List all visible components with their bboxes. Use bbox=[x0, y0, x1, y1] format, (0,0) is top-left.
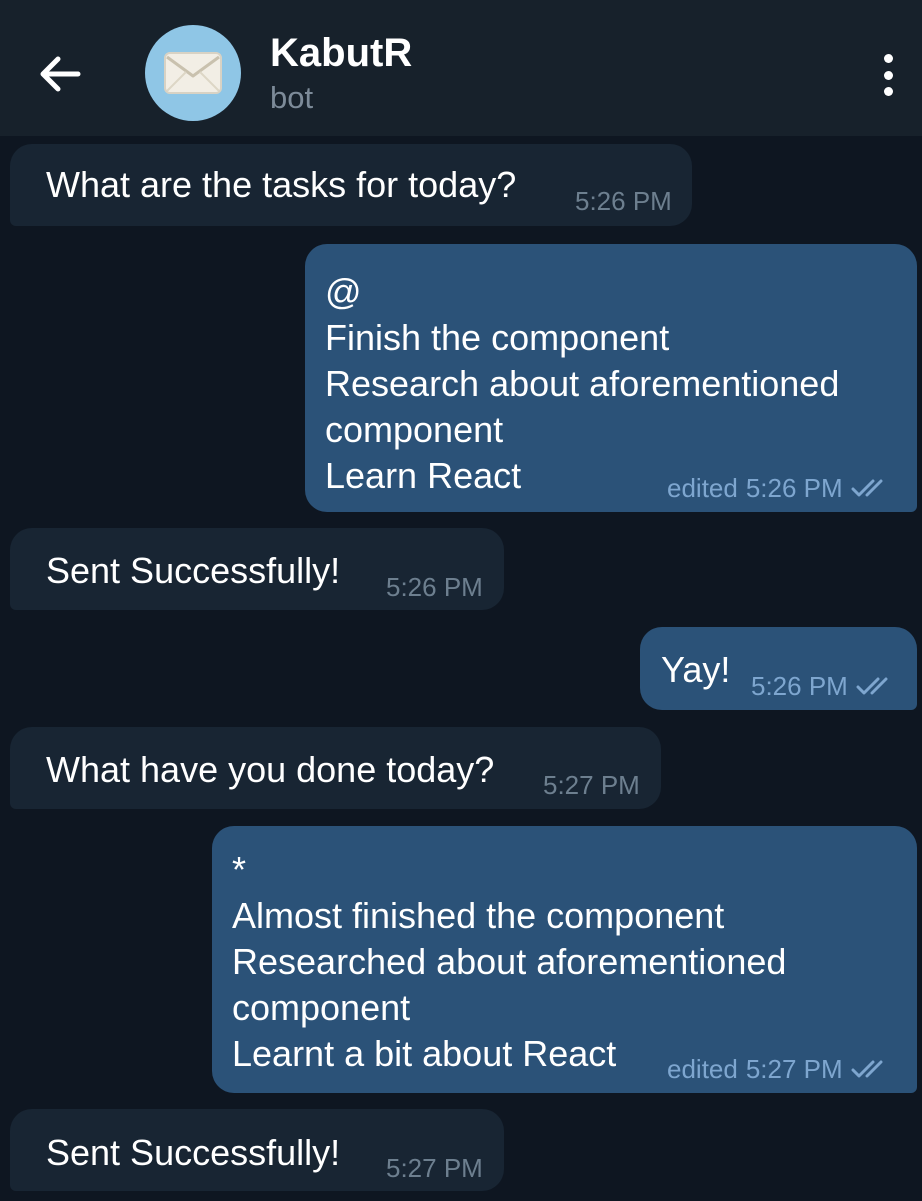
message-incoming[interactable]: Sent Successfully! 5:27 PM bbox=[10, 1109, 504, 1191]
chat-subtitle: bot bbox=[270, 80, 314, 115]
more-options-button[interactable] bbox=[868, 50, 908, 100]
message-text: Sent Successfully! bbox=[46, 550, 341, 591]
message-time: 5:27 PM bbox=[543, 770, 640, 800]
avatar[interactable] bbox=[145, 25, 241, 121]
message-meta: edited 5:26 PM bbox=[667, 473, 891, 503]
double-check-icon bbox=[851, 479, 883, 497]
message-text: What have you done today? bbox=[46, 749, 495, 790]
message-meta: edited 5:27 PM bbox=[667, 1054, 891, 1084]
message-outgoing[interactable]: @ Finish the component Research about af… bbox=[305, 244, 917, 512]
message-text: @ Finish the component Research about af… bbox=[325, 271, 840, 496]
edited-label: edited bbox=[667, 473, 738, 503]
arrow-left-icon bbox=[40, 56, 81, 92]
message-incoming[interactable]: Sent Successfully! 5:26 PM bbox=[10, 528, 504, 610]
chat-title[interactable]: KabutR bbox=[270, 30, 412, 76]
message-text: What are the tasks for today? bbox=[46, 164, 517, 205]
double-check-icon bbox=[851, 1060, 883, 1078]
message-incoming[interactable]: What are the tasks for today? 5:26 PM bbox=[10, 144, 692, 226]
message-time: 5:26 PM bbox=[745, 473, 843, 503]
message-text: Sent Successfully! bbox=[46, 1132, 341, 1173]
message-time: 5:26 PM bbox=[386, 572, 483, 602]
message-time: 5:26 PM bbox=[575, 186, 672, 216]
message-text: Yay! bbox=[661, 649, 731, 690]
message-outgoing[interactable]: Yay! 5:26 PM bbox=[640, 627, 917, 710]
message-outgoing[interactable]: * Almost finished the component Research… bbox=[212, 826, 917, 1093]
vertical-dots-icon bbox=[883, 54, 893, 63]
chat-header: KabutR bot bbox=[0, 0, 922, 136]
message-time: 5:26 PM bbox=[751, 671, 848, 701]
message-text: * Almost finished the component Research… bbox=[232, 849, 787, 1074]
edited-label: edited bbox=[667, 1054, 738, 1084]
double-check-icon bbox=[856, 677, 888, 695]
message-time: 5:27 PM bbox=[745, 1054, 843, 1084]
message-incoming[interactable]: What have you done today? 5:27 PM bbox=[10, 727, 661, 809]
message-meta: 5:26 PM bbox=[751, 671, 896, 701]
back-button[interactable] bbox=[34, 48, 86, 100]
message-time: 5:27 PM bbox=[386, 1153, 483, 1183]
envelope-icon bbox=[164, 52, 222, 94]
chat-screen: KabutR bot What are the tasks for today?… bbox=[0, 0, 922, 1201]
